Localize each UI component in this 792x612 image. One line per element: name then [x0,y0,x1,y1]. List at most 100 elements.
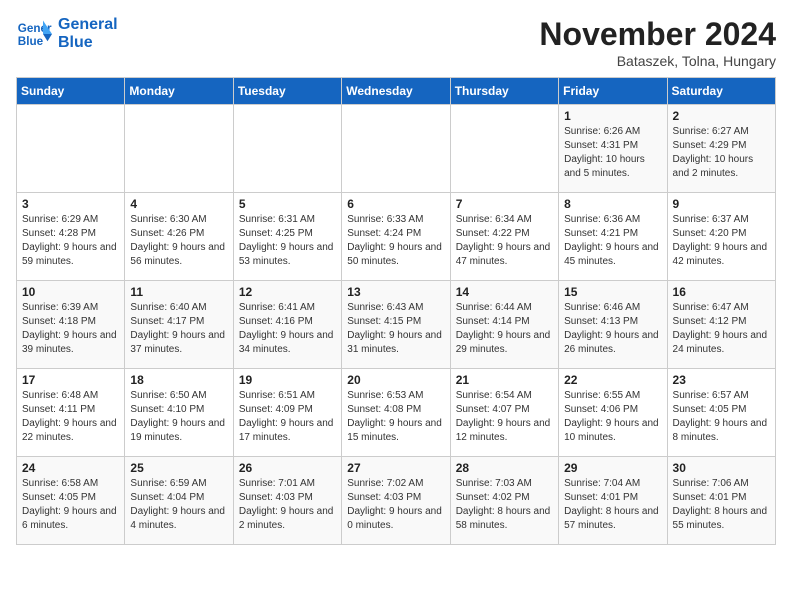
logo-blue: Blue [58,34,118,52]
day-cell: 15 Sunrise: 6:46 AM Sunset: 4:13 PM Dayli… [559,281,667,369]
day-number: 29 [564,461,661,475]
day-cell: 18 Sunrise: 6:50 AM Sunset: 4:10 PM Dayli… [125,369,233,457]
day-info: Sunrise: 6:40 AM Sunset: 4:17 PM Dayligh… [130,301,227,357]
day-info: Sunrise: 6:59 AM Sunset: 4:04 PM Dayligh… [130,477,227,533]
day-cell: 9 Sunrise: 6:37 AM Sunset: 4:20 PM Daylig… [667,193,775,281]
header-cell-monday: Monday [125,78,233,105]
week-row-4: 24Sunrise: 6:58 AM Sunset: 4:05 PM Dayli… [17,457,776,545]
day-cell: 25 Sunrise: 6:59 AM Sunset: 4:04 PM Dayli… [125,457,233,545]
day-info: Sunrise: 6:55 AM Sunset: 4:06 PM Dayligh… [564,389,661,445]
day-number: 10 [22,285,119,299]
week-row-1: 3 Sunrise: 6:29 AM Sunset: 4:28 PM Daylig… [17,193,776,281]
day-info: Sunrise: 6:48 AM Sunset: 4:11 PM Dayligh… [22,389,119,445]
day-number: 7 [456,197,553,211]
day-number: 18 [130,373,227,387]
day-number: 1 [564,109,661,123]
day-number: 13 [347,285,444,299]
day-info: Sunrise: 6:34 AM Sunset: 4:22 PM Dayligh… [456,213,553,269]
header-cell-sunday: Sunday [17,78,125,105]
day-number: 14 [456,285,553,299]
day-number: 25 [130,461,227,475]
day-info: Sunrise: 6:41 AM Sunset: 4:16 PM Dayligh… [239,301,336,357]
day-number: 27 [347,461,444,475]
day-info: Sunrise: 6:44 AM Sunset: 4:14 PM Dayligh… [456,301,553,357]
day-number: 11 [130,285,227,299]
logo: General Blue General Blue [16,16,118,52]
day-number: 4 [130,197,227,211]
title-area: November 2024 Bataszek, Tolna, Hungary [539,16,776,69]
day-number: 3 [22,197,119,211]
day-cell: 13Sunrise: 6:43 AM Sunset: 4:15 PM Dayli… [342,281,450,369]
day-number: 9 [673,197,770,211]
day-cell: 4 Sunrise: 6:30 AM Sunset: 4:26 PM Daylig… [125,193,233,281]
day-cell [17,105,125,193]
day-info: Sunrise: 6:37 AM Sunset: 4:20 PM Dayligh… [673,213,770,269]
day-info: Sunrise: 6:58 AM Sunset: 4:05 PM Dayligh… [22,477,119,533]
day-number: 5 [239,197,336,211]
day-number: 8 [564,197,661,211]
day-info: Sunrise: 6:27 AM Sunset: 4:29 PM Dayligh… [673,125,770,181]
day-info: Sunrise: 7:03 AM Sunset: 4:02 PM Dayligh… [456,477,553,533]
day-cell: 20 Sunrise: 6:53 AM Sunset: 4:08 PM Dayli… [342,369,450,457]
day-info: Sunrise: 6:57 AM Sunset: 4:05 PM Dayligh… [673,389,770,445]
day-info: Sunrise: 7:01 AM Sunset: 4:03 PM Dayligh… [239,477,336,533]
day-number: 20 [347,373,444,387]
day-number: 22 [564,373,661,387]
day-cell: 7 Sunrise: 6:34 AM Sunset: 4:22 PM Daylig… [450,193,558,281]
day-number: 16 [673,285,770,299]
day-cell: 16 Sunrise: 6:47 AM Sunset: 4:12 PM Dayli… [667,281,775,369]
day-info: Sunrise: 7:06 AM Sunset: 4:01 PM Dayligh… [673,477,770,533]
day-number: 19 [239,373,336,387]
header-row: SundayMondayTuesdayWednesdayThursdayFrid… [17,78,776,105]
week-row-0: 1 Sunrise: 6:26 AM Sunset: 4:31 PM Daylig… [17,105,776,193]
day-info: Sunrise: 6:36 AM Sunset: 4:21 PM Dayligh… [564,213,661,269]
day-cell: 14 Sunrise: 6:44 AM Sunset: 4:14 PM Dayli… [450,281,558,369]
day-number: 6 [347,197,444,211]
day-cell [233,105,341,193]
day-cell: 1 Sunrise: 6:26 AM Sunset: 4:31 PM Daylig… [559,105,667,193]
day-info: Sunrise: 6:46 AM Sunset: 4:13 PM Dayligh… [564,301,661,357]
day-info: Sunrise: 6:31 AM Sunset: 4:25 PM Dayligh… [239,213,336,269]
header-cell-saturday: Saturday [667,78,775,105]
calendar-header: SundayMondayTuesdayWednesdayThursdayFrid… [17,78,776,105]
day-info: Sunrise: 6:29 AM Sunset: 4:28 PM Dayligh… [22,213,119,269]
day-cell [450,105,558,193]
svg-text:Blue: Blue [18,35,44,48]
day-cell: 29 Sunrise: 7:04 AM Sunset: 4:01 PM Dayli… [559,457,667,545]
subtitle: Bataszek, Tolna, Hungary [539,53,776,69]
day-cell: 10 Sunrise: 6:39 AM Sunset: 4:18 PM Dayli… [17,281,125,369]
day-cell: 17Sunrise: 6:48 AM Sunset: 4:11 PM Dayli… [17,369,125,457]
calendar-body: 1 Sunrise: 6:26 AM Sunset: 4:31 PM Daylig… [17,105,776,545]
day-info: Sunrise: 7:04 AM Sunset: 4:01 PM Dayligh… [564,477,661,533]
day-number: 28 [456,461,553,475]
day-cell: 5 Sunrise: 6:31 AM Sunset: 4:25 PM Daylig… [233,193,341,281]
day-cell [342,105,450,193]
day-cell: 27Sunrise: 7:02 AM Sunset: 4:03 PM Dayli… [342,457,450,545]
day-info: Sunrise: 6:39 AM Sunset: 4:18 PM Dayligh… [22,301,119,357]
calendar-table: SundayMondayTuesdayWednesdayThursdayFrid… [16,77,776,545]
day-info: Sunrise: 6:30 AM Sunset: 4:26 PM Dayligh… [130,213,227,269]
day-cell: 12Sunrise: 6:41 AM Sunset: 4:16 PM Dayli… [233,281,341,369]
day-info: Sunrise: 6:26 AM Sunset: 4:31 PM Dayligh… [564,125,661,181]
day-info: Sunrise: 6:47 AM Sunset: 4:12 PM Dayligh… [673,301,770,357]
day-info: Sunrise: 6:53 AM Sunset: 4:08 PM Dayligh… [347,389,444,445]
day-cell: 24Sunrise: 6:58 AM Sunset: 4:05 PM Dayli… [17,457,125,545]
day-info: Sunrise: 6:54 AM Sunset: 4:07 PM Dayligh… [456,389,553,445]
month-title: November 2024 [539,16,776,53]
day-number: 23 [673,373,770,387]
day-cell: 2 Sunrise: 6:27 AM Sunset: 4:29 PM Daylig… [667,105,775,193]
day-number: 15 [564,285,661,299]
day-cell: 21 Sunrise: 6:54 AM Sunset: 4:07 PM Dayli… [450,369,558,457]
day-cell: 22 Sunrise: 6:55 AM Sunset: 4:06 PM Dayli… [559,369,667,457]
header-cell-tuesday: Tuesday [233,78,341,105]
day-cell: 3 Sunrise: 6:29 AM Sunset: 4:28 PM Daylig… [17,193,125,281]
day-number: 2 [673,109,770,123]
day-info: Sunrise: 6:51 AM Sunset: 4:09 PM Dayligh… [239,389,336,445]
day-info: Sunrise: 6:50 AM Sunset: 4:10 PM Dayligh… [130,389,227,445]
day-cell: 23 Sunrise: 6:57 AM Sunset: 4:05 PM Dayli… [667,369,775,457]
day-cell: 30Sunrise: 7:06 AM Sunset: 4:01 PM Dayli… [667,457,775,545]
header-cell-thursday: Thursday [450,78,558,105]
day-cell [125,105,233,193]
logo-general: General [58,16,118,34]
day-number: 21 [456,373,553,387]
